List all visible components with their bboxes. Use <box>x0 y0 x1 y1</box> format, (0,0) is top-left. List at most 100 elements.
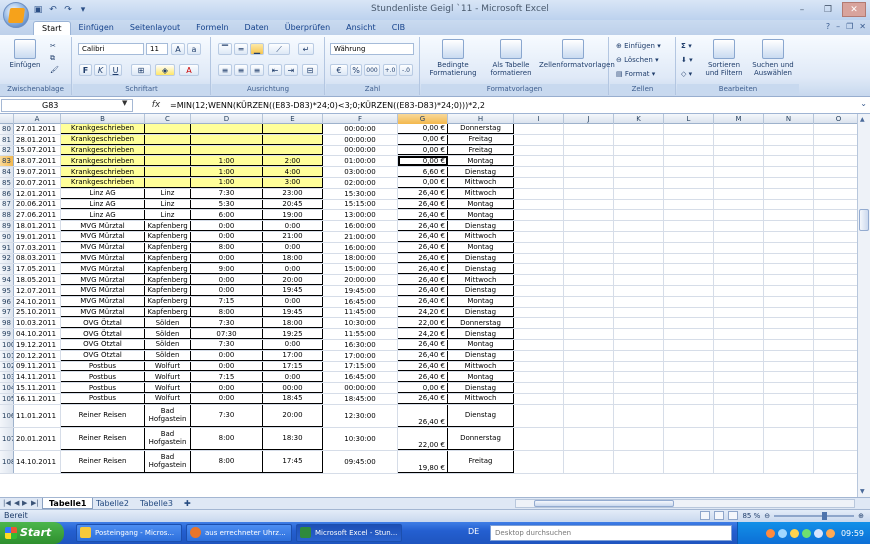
column-header-j[interactable]: J <box>564 114 614 124</box>
cell-e[interactable]: 0:00 <box>263 221 323 231</box>
cell-j[interactable] <box>564 264 614 275</box>
cell-k[interactable] <box>614 361 664 372</box>
row-header[interactable]: 103 <box>0 372 14 383</box>
row-header[interactable]: 90 <box>0 231 14 242</box>
cell-i[interactable] <box>514 427 564 450</box>
cell-a[interactable]: 09.11.2011 <box>14 361 61 372</box>
last-sheet-icon[interactable]: ▶| <box>31 499 39 507</box>
cell-a[interactable]: 17.05.2011 <box>14 264 61 275</box>
cell-d[interactable]: 0:00 <box>191 221 263 231</box>
cell-k[interactable] <box>614 231 664 242</box>
format-cells-button[interactable]: ▤ Format ▾ <box>616 69 655 79</box>
cell-n[interactable] <box>764 177 814 188</box>
tray-update-icon[interactable] <box>801 528 811 538</box>
sort-filter-button[interactable]: Sortieren und Filtern <box>701 39 747 77</box>
cell-e[interactable]: 19:00 <box>263 210 323 221</box>
cell-n[interactable] <box>764 372 814 383</box>
cell-k[interactable] <box>614 221 664 231</box>
workbook-close-icon[interactable]: ✕ <box>859 22 866 31</box>
cell-d[interactable]: 6:00 <box>191 210 263 221</box>
cell-n[interactable] <box>764 383 814 393</box>
cell-a[interactable]: 04.10.2011 <box>14 329 61 339</box>
row-header[interactable]: 101 <box>0 350 14 361</box>
cell-b[interactable]: OVG Ötztal <box>61 350 145 361</box>
cell-m[interactable] <box>714 124 764 134</box>
cell-b[interactable]: MVG Mürztal <box>61 242 145 253</box>
cell-o[interactable] <box>814 156 857 166</box>
cell-a[interactable]: 25.10.2011 <box>14 307 61 318</box>
cell-o[interactable] <box>814 383 857 393</box>
cell-e[interactable]: 3:00 <box>263 177 323 188</box>
cell-k[interactable] <box>614 350 664 361</box>
cell-a[interactable]: 28.01.2011 <box>14 134 61 145</box>
cell-h[interactable]: Mittwoch <box>448 275 514 285</box>
sheet-tab-tabelle1[interactable]: Tabelle1 <box>42 498 94 509</box>
prev-sheet-icon[interactable]: ◀ <box>14 499 19 507</box>
cell-l[interactable] <box>664 275 714 285</box>
column-header-b[interactable]: B <box>61 114 145 124</box>
help-icon[interactable]: ? <box>826 22 830 31</box>
office-button[interactable] <box>3 2 29 28</box>
cell-j[interactable] <box>564 372 614 383</box>
cell-l[interactable] <box>664 296 714 307</box>
cell-d[interactable] <box>191 134 263 145</box>
customize-qat-icon[interactable]: ▾ <box>77 4 89 16</box>
cell-d[interactable] <box>191 124 263 134</box>
delete-cells-button[interactable]: ⊖ Löschen ▾ <box>616 55 659 65</box>
cell-e[interactable]: 0:00 <box>263 296 323 307</box>
cell-a[interactable]: 27.01.2011 <box>14 124 61 134</box>
cell-j[interactable] <box>564 253 614 264</box>
cell-e[interactable]: 18:00 <box>263 318 323 329</box>
cell-m[interactable] <box>714 404 764 427</box>
cell-c[interactable]: Linz <box>145 199 191 210</box>
row-header[interactable]: 87 <box>0 199 14 210</box>
cell-k[interactable] <box>614 177 664 188</box>
cell-o[interactable] <box>814 405 857 427</box>
cell-f[interactable]: 03:00:00 <box>323 167 398 177</box>
sheet-tab-tabelle3[interactable]: Tabelle3 <box>134 498 179 509</box>
row-header[interactable]: 94 <box>0 275 14 285</box>
cell-l[interactable] <box>664 383 714 393</box>
search-icon[interactable]: ⌕ <box>718 527 723 537</box>
cell-o[interactable] <box>814 451 857 473</box>
tab-start[interactable]: Start <box>33 21 71 35</box>
cell-l[interactable] <box>664 372 714 383</box>
cell-h[interactable]: Montag <box>448 156 514 167</box>
cell-f[interactable]: 01:00:00 <box>323 156 398 167</box>
cell-m[interactable] <box>714 199 764 210</box>
name-box-dropdown-icon[interactable]: ▼ <box>122 99 127 107</box>
cell-d[interactable]: 0:00 <box>191 350 263 361</box>
cell-b[interactable]: Postbus <box>61 383 145 393</box>
cell-b[interactable]: MVG Mürztal <box>61 275 145 285</box>
cell-l[interactable] <box>664 124 714 134</box>
zoom-slider-knob[interactable] <box>822 511 828 520</box>
cell-d[interactable]: 5:30 <box>191 199 263 210</box>
cell-c[interactable] <box>145 167 191 177</box>
cell-a[interactable]: 15.11.2011 <box>14 383 61 393</box>
cell-b[interactable]: Linz AG <box>61 188 145 199</box>
column-header-n[interactable]: N <box>764 114 814 124</box>
cell-c[interactable]: Sölden <box>145 329 191 339</box>
cell-n[interactable] <box>764 210 814 221</box>
cell-h[interactable]: Mittwoch <box>448 361 514 372</box>
cell-i[interactable] <box>514 307 564 318</box>
cell-a[interactable]: 20.01.2011 <box>14 427 61 450</box>
cell-j[interactable] <box>564 221 614 231</box>
cell-j[interactable] <box>564 167 614 177</box>
cell-e[interactable]: 20:00 <box>263 275 323 285</box>
cell-m[interactable] <box>714 242 764 253</box>
italic-button[interactable]: K <box>94 64 107 76</box>
cell-o[interactable] <box>814 372 857 382</box>
cell-b[interactable]: OVG Ötztal <box>61 318 145 329</box>
cell-o[interactable] <box>814 243 857 253</box>
cell-k[interactable] <box>614 307 664 318</box>
cell-i[interactable] <box>514 285 564 296</box>
paste-button[interactable]: Einfügen <box>6 39 44 69</box>
cell-h[interactable]: Dienstag <box>448 329 514 339</box>
cell-n[interactable] <box>764 285 814 296</box>
cell-d[interactable] <box>191 145 263 156</box>
row-header[interactable]: 100 <box>0 339 14 350</box>
cell-b[interactable]: Krankgeschrieben <box>61 124 145 134</box>
cell-c[interactable] <box>145 156 191 167</box>
cell-k[interactable] <box>614 253 664 264</box>
